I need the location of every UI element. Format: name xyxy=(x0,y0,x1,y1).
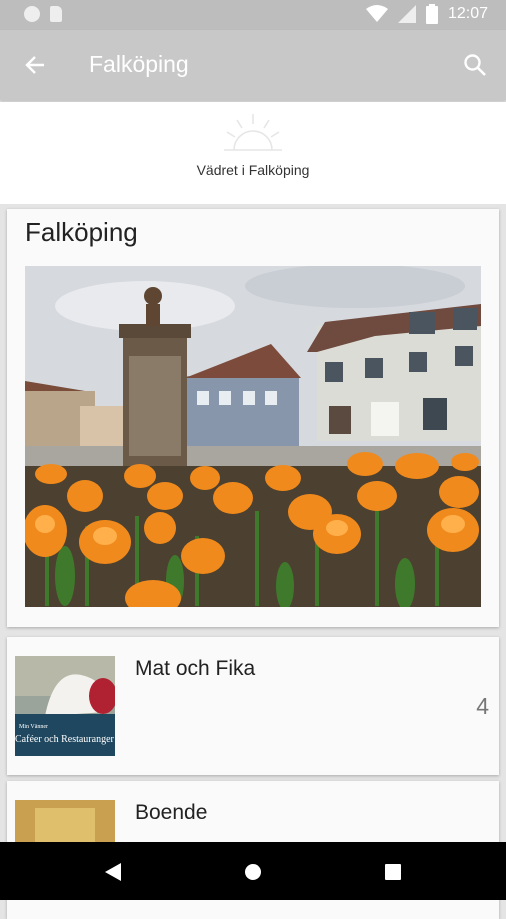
thumb-caption: Caféer och Restauranger xyxy=(15,734,115,745)
nav-recents-button[interactable] xyxy=(380,859,406,885)
city-card[interactable]: Falköping xyxy=(7,209,499,627)
nav-back-button[interactable] xyxy=(100,859,126,885)
city-title: Falköping xyxy=(25,217,138,247)
nav-home-button[interactable] xyxy=(240,859,266,885)
status-bar: 12:07 xyxy=(0,0,506,30)
search-button[interactable] xyxy=(458,48,492,82)
app-bar: Falköping xyxy=(0,30,506,100)
list-item-title: Mat och Fika xyxy=(135,657,256,680)
city-photo xyxy=(25,266,481,607)
weather-label: Vädret i Falköping xyxy=(196,162,310,178)
thumb-caption-top: Min Vänner xyxy=(19,724,48,730)
sunrise-icon xyxy=(224,114,282,151)
nav-recents-icon xyxy=(385,864,401,880)
category-thumbnail: Min Vänner Caféer och Restauranger xyxy=(15,656,115,756)
nav-home-icon xyxy=(245,864,261,880)
system-navigation-bar xyxy=(0,842,506,900)
back-button[interactable] xyxy=(18,48,52,82)
arrow-back-icon xyxy=(25,56,44,74)
list-item-title: Boende xyxy=(135,801,208,824)
battery-icon xyxy=(425,4,438,24)
search-icon xyxy=(464,54,486,76)
list-item-mat-och-fika[interactable]: Min Vänner Caféer och Restauranger Mat o… xyxy=(7,637,499,775)
notification-icon xyxy=(24,6,40,22)
wifi-icon xyxy=(365,5,388,22)
item-count: 4 xyxy=(476,693,489,719)
signal-icon xyxy=(397,5,416,23)
sd-card-icon xyxy=(50,6,62,22)
weather-link[interactable]: Vädret i Falköping xyxy=(0,102,506,204)
clock: 12:07 xyxy=(447,5,488,22)
nav-back-icon xyxy=(105,863,121,881)
page-title: Falköping xyxy=(89,51,189,77)
